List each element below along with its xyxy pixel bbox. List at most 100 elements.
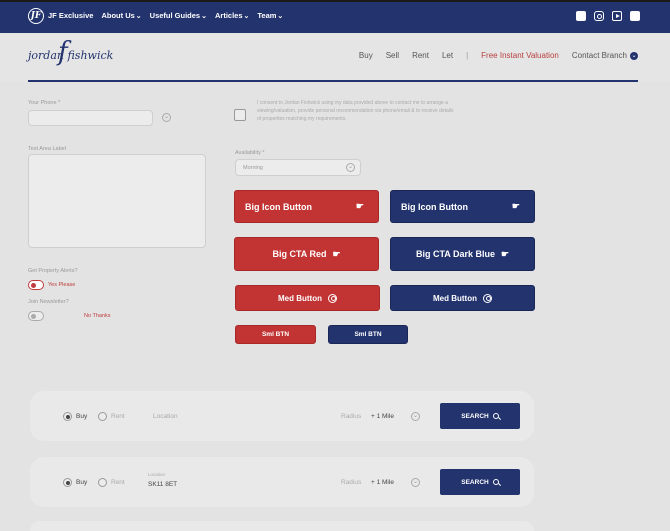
- phone-label: Your Phone *: [28, 100, 61, 106]
- chevron-down-icon: ⌄: [201, 13, 207, 20]
- nav-item-useful-guides[interactable]: Useful Guides⌄: [150, 11, 207, 20]
- radius-select[interactable]: + 1 Mile: [371, 479, 394, 486]
- availability-label: Availability *: [235, 150, 265, 156]
- search-icon: [492, 479, 499, 485]
- circle-arrow-icon: [483, 293, 492, 303]
- facebook-icon[interactable]: [576, 11, 586, 21]
- location-input[interactable]: SK11 8ET: [148, 481, 177, 488]
- circle-arrow-icon: [328, 293, 337, 303]
- button-label: Big CTA Dark Blue: [415, 249, 495, 259]
- nav-item-articles[interactable]: Articles⌄: [215, 11, 249, 20]
- buy-radio[interactable]: [63, 412, 72, 421]
- availability-select[interactable]: Morning ⌄: [235, 159, 361, 176]
- consent-checkbox[interactable]: [234, 109, 246, 121]
- contact-label: Contact Branch: [571, 51, 627, 60]
- chevron-down-icon[interactable]: ⌄: [411, 412, 420, 421]
- menu-contact-branch[interactable]: Contact Branch ⌄: [572, 51, 638, 60]
- search-button[interactable]: SEARCH: [440, 469, 520, 495]
- buy-radio[interactable]: [63, 478, 72, 487]
- twitter-icon[interactable]: [630, 11, 640, 21]
- chevron-down-icon: ⌄: [630, 51, 638, 60]
- button-label: Med Button: [278, 293, 322, 303]
- radius-label: Radius: [341, 479, 362, 486]
- button-label: Sml BTN: [354, 331, 382, 338]
- nav-item-team[interactable]: Team⌄: [257, 11, 283, 20]
- nav-item-jf-exclusive[interactable]: JF Exclusive: [48, 11, 93, 20]
- instagram-icon[interactable]: [594, 11, 604, 21]
- big-cta-red-button[interactable]: Big CTA Red ☛: [234, 237, 379, 271]
- pointing-hand-icon: ☛: [500, 248, 510, 259]
- pointing-hand-icon: ☛: [511, 201, 520, 211]
- rent-radio[interactable]: [98, 478, 107, 487]
- radius-label: Radius: [341, 413, 362, 420]
- jf-logo-icon[interactable]: JF: [28, 8, 44, 24]
- rent-label: Rent: [111, 479, 125, 486]
- rent-label: Rent: [111, 413, 125, 420]
- rent-radio[interactable]: [98, 412, 107, 421]
- button-label: Sml BTN: [261, 331, 290, 338]
- main-header: jordan fishwick f Buy Sell Rent Let | Fr…: [0, 33, 670, 82]
- menu-sell[interactable]: Sell: [386, 51, 399, 60]
- big-icon-button-blue[interactable]: Big Icon Button ☛: [390, 190, 535, 223]
- menu-free-instant-valuation[interactable]: Free Instant Valuation: [481, 51, 559, 60]
- chevron-down-icon: ⌄: [277, 13, 284, 20]
- availability-value: Morning: [243, 165, 263, 171]
- property-alerts-value: Yes Please: [48, 282, 76, 288]
- location-input[interactable]: Location: [153, 413, 178, 420]
- buy-label: Buy: [76, 479, 88, 486]
- button-label: Med Button: [433, 293, 477, 303]
- search-icon: [492, 413, 499, 419]
- youtube-icon[interactable]: [612, 11, 622, 21]
- brand-logo[interactable]: jordan fishwick f: [28, 37, 114, 67]
- logo-text: jordan fishwick: [28, 49, 114, 62]
- search-button[interactable]: SEARCH: [440, 403, 520, 429]
- main-menu: Buy Sell Rent Let | Free Instant Valuati…: [359, 51, 638, 60]
- chevron-down-icon: ⌄: [243, 13, 250, 20]
- newsletter-label: Join Newsletter?: [28, 299, 69, 305]
- button-label: Big CTA Red: [272, 249, 327, 259]
- search-label: SEARCH: [461, 412, 489, 420]
- text-area[interactable]: [28, 154, 206, 248]
- chevron-down-icon: ⌄: [135, 13, 142, 20]
- menu-buy[interactable]: Buy: [359, 51, 373, 60]
- big-cta-dark-blue-button[interactable]: Big CTA Dark Blue ☛: [390, 237, 535, 271]
- location-label: Location: [148, 472, 166, 477]
- button-label: Big Icon Button: [401, 201, 468, 212]
- header-divider: [28, 80, 638, 82]
- menu-let[interactable]: Let: [442, 51, 453, 60]
- big-icon-button-red[interactable]: Big Icon Button ☛: [234, 190, 379, 223]
- top-nav-bar: JF JF Exclusive About Us⌄ Useful Guides⌄…: [0, 0, 670, 33]
- nav-item-about-us[interactable]: About Us⌄: [101, 11, 141, 20]
- logo-mark: f: [58, 37, 68, 67]
- med-button-red[interactable]: Med Button: [235, 285, 380, 311]
- property-alerts-toggle[interactable]: [28, 280, 44, 290]
- newsletter-value: No Thanks: [84, 313, 111, 319]
- newsletter-toggle[interactable]: [28, 311, 44, 321]
- property-search-bar-filled: Buy Rent Location SK11 8ET Radius + 1 Mi…: [30, 457, 534, 507]
- property-search-bar-partial: [30, 521, 534, 531]
- top-nav: JF Exclusive About Us⌄ Useful Guides⌄ Ar…: [48, 11, 283, 20]
- nav-label: Articles: [214, 11, 243, 20]
- property-alerts-label: Get Property Alerts?: [28, 268, 78, 274]
- radius-select[interactable]: + 1 Mile: [371, 413, 394, 420]
- sml-button-red[interactable]: Sml BTN: [235, 325, 316, 344]
- menu-rent[interactable]: Rent: [412, 51, 429, 60]
- chevron-down-icon[interactable]: ⌄: [411, 478, 420, 487]
- phone-input[interactable]: [28, 110, 153, 126]
- social-links: [576, 11, 640, 21]
- nav-label: Useful Guides: [149, 11, 201, 20]
- pointing-hand-icon: ☛: [332, 248, 341, 259]
- button-label: Big Icon Button: [245, 201, 312, 212]
- buy-label: Buy: [76, 413, 88, 420]
- nav-label: Team: [257, 11, 277, 20]
- med-button-blue[interactable]: Med Button: [390, 285, 535, 311]
- chevron-down-icon[interactable]: ⌄: [162, 113, 171, 122]
- consent-text: I consent to Jordan Fishwick using my da…: [257, 100, 454, 122]
- pointing-hand-icon: ☛: [355, 201, 364, 211]
- chevron-down-icon: ⌄: [346, 163, 355, 172]
- nav-label: About Us: [101, 11, 135, 20]
- sml-button-blue[interactable]: Sml BTN: [328, 325, 408, 344]
- menu-separator: |: [466, 51, 469, 60]
- property-search-bar: Buy Rent Location Radius + 1 Mile ⌄ SEAR…: [30, 391, 534, 441]
- search-label: SEARCH: [461, 478, 489, 486]
